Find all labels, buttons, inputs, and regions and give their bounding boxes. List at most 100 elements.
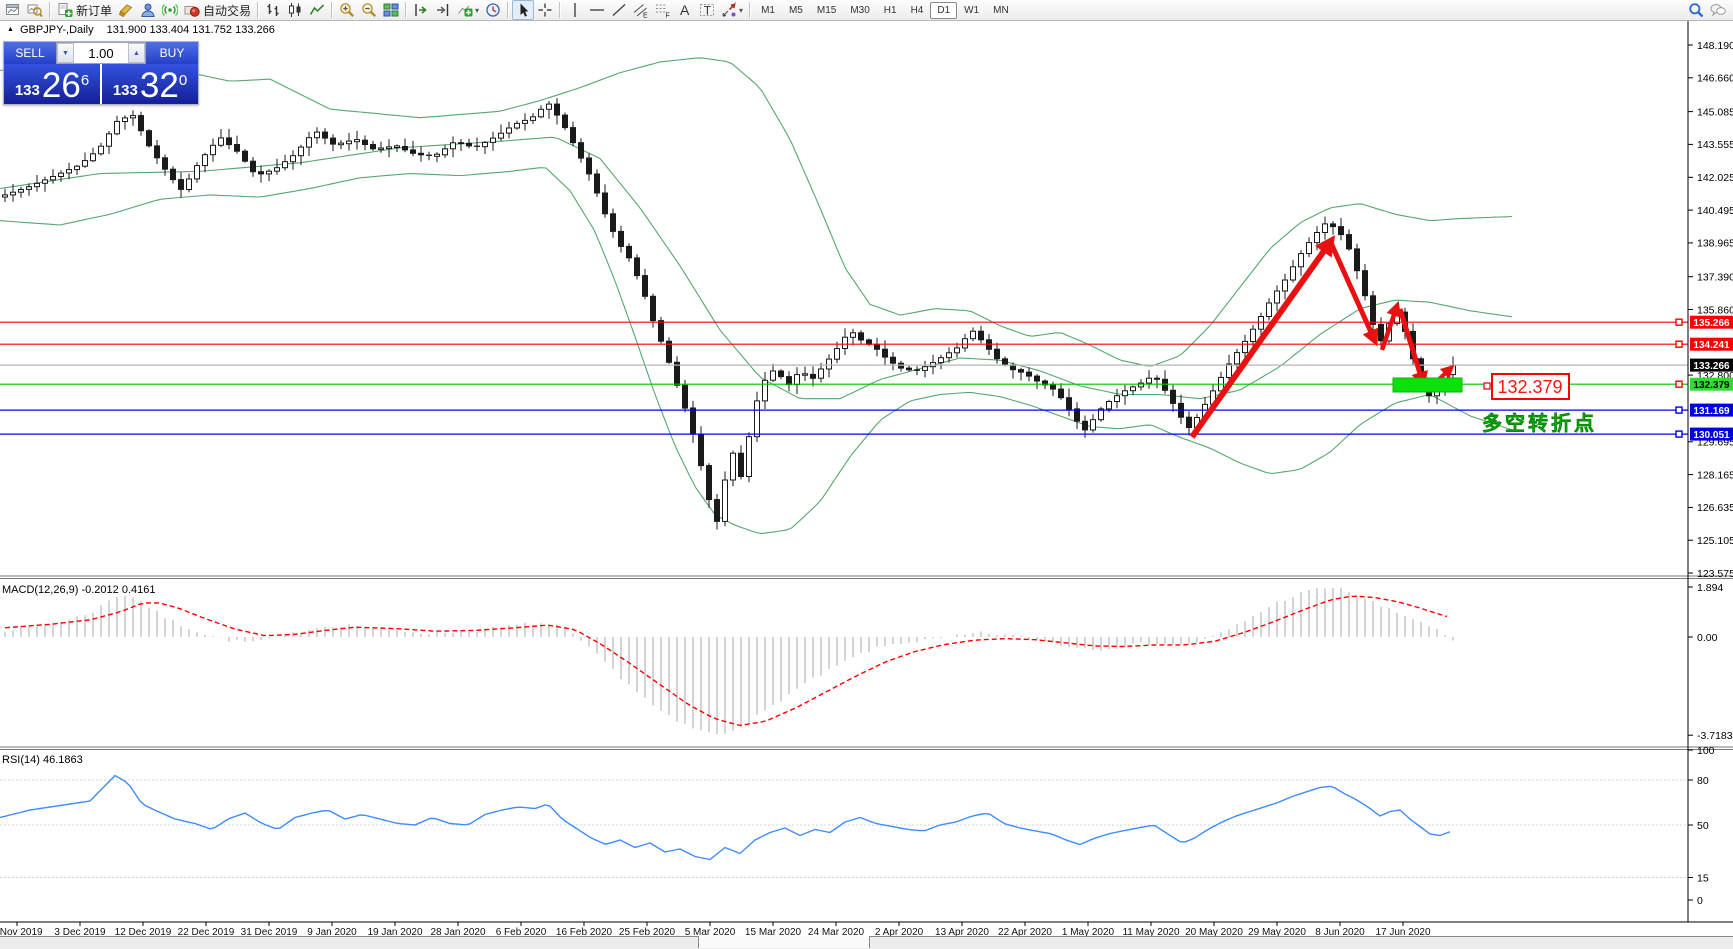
buy-button[interactable]: BUY: [146, 42, 198, 64]
volume-input[interactable]: 1.00: [74, 43, 128, 63]
styles-brush-button[interactable]: [115, 1, 137, 19]
timeframe-mn-button[interactable]: MN: [986, 2, 1016, 19]
search-button[interactable]: [1685, 1, 1707, 19]
equidistant-channel-button[interactable]: E: [630, 1, 652, 19]
fibonacci-icon: F: [655, 2, 671, 18]
sell-price-prefix: 133: [15, 80, 40, 102]
trend-line-button[interactable]: [608, 1, 630, 19]
cursor-button[interactable]: [512, 0, 534, 20]
toolbar-separator: [257, 2, 259, 18]
candle-chart-button[interactable]: [284, 1, 306, 19]
hline-anchor-marker[interactable]: [1676, 381, 1682, 387]
timeframe-m1-button[interactable]: M1: [754, 2, 782, 19]
indicators-window-icon: [27, 2, 43, 18]
profile-button[interactable]: [137, 1, 159, 19]
text-button[interactable]: A: [674, 1, 696, 19]
horizontal-line-button[interactable]: [586, 1, 608, 19]
trend-arrow-2[interactable]: [1331, 243, 1375, 341]
chart-window-button[interactable]: [2, 1, 24, 19]
search-icon: [1688, 2, 1704, 18]
price-tick: 125.105: [1697, 535, 1733, 547]
chart-tab-strip: [0, 936, 1733, 949]
hline-anchor-marker[interactable]: [1676, 319, 1682, 325]
chat-icon: [1710, 2, 1726, 18]
new-order-label: 新订单: [76, 2, 112, 19]
chat-button[interactable]: [1707, 1, 1729, 19]
zoom-in-button[interactable]: [336, 1, 358, 19]
hline-anchor-marker[interactable]: [1676, 407, 1682, 413]
timeframe-m5-button[interactable]: M5: [782, 2, 810, 19]
active-chart-tab[interactable]: [698, 936, 870, 948]
price-badge-text: 130.051: [1693, 430, 1730, 441]
toolbar: 新订单 自动交易 ▾ EFAT ▾ M1M5M15M30H1H4D1W1MN: [0, 0, 1733, 21]
macd-tick: 1.894: [1697, 582, 1723, 594]
pane-separator[interactable]: [0, 576, 1733, 579]
chart-shift-button[interactable]: [432, 1, 454, 19]
horizontal-line-icon: [589, 2, 605, 18]
price-tick: 142.025: [1697, 172, 1733, 184]
ohlc-values: 131.900 133.404 131.752 133.266: [107, 24, 275, 36]
styles-brush-icon: [118, 2, 134, 18]
macd-signal-line: [5, 596, 1447, 725]
macd-histogram: [5, 588, 1453, 734]
period-clock-button[interactable]: [482, 1, 504, 19]
hline-anchor-marker[interactable]: [1676, 341, 1682, 347]
timeframe-m15-button[interactable]: M15: [810, 2, 843, 19]
sell-price[interactable]: 133 26 6: [4, 64, 100, 104]
rsi-tick: 50: [1697, 820, 1709, 832]
auto-scroll-button[interactable]: [410, 1, 432, 19]
fibonacci-button[interactable]: F: [652, 1, 674, 19]
signals-button[interactable]: [159, 1, 181, 19]
bar-chart-button[interactable]: [262, 1, 284, 19]
timeframe-m30-button[interactable]: M30: [843, 2, 876, 19]
timeframe-w1-button[interactable]: W1: [957, 2, 986, 19]
tile-windows-button[interactable]: [380, 1, 402, 19]
arrows-shapes-button[interactable]: ▾: [718, 1, 746, 19]
sell-price-main: 26: [42, 69, 81, 102]
timeframe-h4-button[interactable]: H4: [904, 2, 931, 19]
trend-line-icon: [611, 2, 627, 18]
volume-decrease-button[interactable]: ▼: [57, 43, 74, 63]
one-click-trading-panel: SELL ▼ 1.00 ▲ BUY 133 26 6 133 32 0: [3, 41, 199, 105]
zoom-out-button[interactable]: [358, 1, 380, 19]
svg-text:T: T: [704, 3, 712, 17]
crosshair-button[interactable]: [534, 1, 556, 19]
hline-anchor-marker[interactable]: [1676, 431, 1682, 437]
sell-button[interactable]: SELL: [4, 42, 56, 64]
timeframe-h1-button[interactable]: H1: [877, 2, 904, 19]
pivot-point-label[interactable]: 多空转折点: [1482, 411, 1597, 435]
vertical-line-button[interactable]: [564, 1, 586, 19]
auto-scroll-icon: [413, 2, 429, 18]
price-axis[interactable]: 148.190146.660145.085143.555142.025140.4…: [1688, 20, 1733, 922]
text-label-button[interactable]: T: [696, 1, 718, 19]
buy-price[interactable]: 133 32 0: [102, 64, 198, 104]
price-badge-text: 133.266: [1693, 361, 1730, 372]
line-chart-button[interactable]: [306, 1, 328, 19]
price-tick: 145.085: [1697, 106, 1733, 118]
svg-text:A: A: [680, 2, 690, 18]
signals-icon: [162, 2, 178, 18]
volume-increase-button[interactable]: ▲: [128, 43, 145, 63]
pane-separator[interactable]: [0, 747, 1733, 750]
new-order-button[interactable]: 新订单: [54, 1, 115, 19]
auto-trading-button[interactable]: 自动交易: [181, 1, 254, 19]
toolbar-separator: [559, 2, 561, 18]
timeframe-d1-button[interactable]: D1: [930, 2, 957, 19]
one-click-prices: 133 26 6 133 32 0: [4, 64, 198, 104]
bollinger-lower-band: [0, 168, 1512, 534]
add-indicator-button[interactable]: ▾: [454, 1, 482, 19]
pivot-price-box[interactable]: 132.379: [1484, 374, 1569, 399]
dropdown-arrow-icon: ▾: [739, 6, 743, 15]
price-tick: 123.575: [1697, 568, 1733, 580]
indicators-window-button[interactable]: [24, 1, 46, 19]
price-tick: 148.190: [1697, 40, 1733, 52]
trend-arrow-4[interactable]: [1400, 309, 1423, 383]
trend-arrow-1[interactable]: [1192, 241, 1331, 437]
bar-chart-icon: [265, 2, 281, 18]
pivot-box-anchor[interactable]: [1484, 383, 1490, 389]
chart-title: ▲ GBPJPY-,Daily 131.900 133.404 131.752 …: [7, 24, 275, 36]
price-badge-text: 131.169: [1693, 406, 1730, 417]
rsi-label: RSI(14) 46.1863: [2, 754, 83, 766]
chart-canvas[interactable]: 132.379多空转折点MACD(12,26,9) -0.2012 0.4161…: [0, 0, 1733, 949]
pivot-highlight-bar[interactable]: [1393, 378, 1462, 392]
